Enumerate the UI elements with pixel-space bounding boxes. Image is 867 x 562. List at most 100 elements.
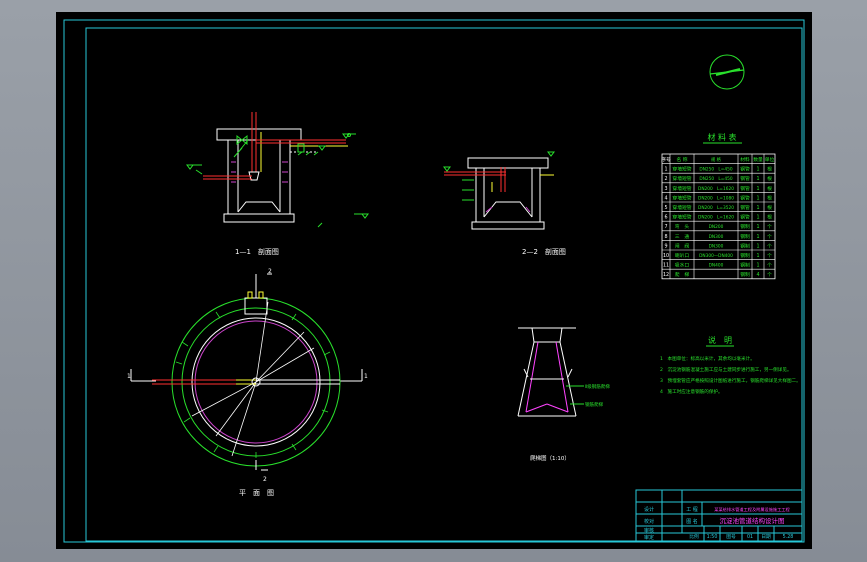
- materials-table-cell: 根: [767, 185, 772, 192]
- materials-table-cell: 弯 头: [675, 223, 690, 230]
- project-label: 工 程: [686, 506, 698, 513]
- date-value: 5.28: [783, 534, 794, 540]
- materials-table-cell: 11: [663, 263, 669, 269]
- materials-table-cell: 三 通: [675, 233, 690, 240]
- materials-table-cell: 穿墙短管: [672, 204, 691, 211]
- materials-table-header: 名 称: [676, 156, 687, 163]
- materials-table-header: 序号: [661, 156, 671, 163]
- materials-table-cell: 1: [756, 253, 759, 259]
- materials-table-header: 规 格: [711, 156, 722, 163]
- title-label-review: 审核: [644, 527, 654, 534]
- materials-table-cell: DN250 L=450: [699, 176, 732, 182]
- materials-table-cell: 3: [664, 186, 667, 192]
- plan-view-label: 平 面 图: [239, 489, 274, 497]
- materials-table-cell: 穿墙短管: [672, 214, 691, 221]
- materials-table-cell: 根: [767, 166, 772, 173]
- materials-table-cell: 1: [756, 167, 759, 173]
- materials-table-cell: 1: [756, 195, 759, 201]
- section-marker-2-bottom: 2: [263, 476, 267, 483]
- notes-list: 1 本图单位：标高以米计，其余均以毫米计。 2 沉淀池钢筋混凝土施工应与土建同步…: [660, 355, 801, 395]
- materials-table-header: 数量: [753, 156, 763, 163]
- materials-table-cell: 钢制: [740, 262, 750, 269]
- plan-view: 2 2 1 1: [127, 268, 368, 483]
- materials-table-cell: 钢管: [740, 185, 750, 192]
- drawing-number-label: 图号: [726, 534, 736, 540]
- materials-table-cell: 闸 阀: [675, 242, 690, 249]
- materials-table-cell: 钢管: [740, 214, 750, 221]
- outer-frame: [63, 19, 805, 543]
- materials-table-cell: 6: [664, 215, 667, 221]
- materials-table-cell: 钢制: [740, 271, 750, 278]
- materials-table-cell: 穿墙短管: [672, 185, 691, 192]
- materials-table-cell: 穿墙短管: [672, 194, 691, 201]
- project-name: 某某给排水管道工程及附属设施施工工程: [714, 506, 790, 513]
- materials-table-cell: 个: [767, 272, 772, 278]
- materials-table-cell: DN200 L=1080: [698, 195, 734, 201]
- materials-table-cell: 1: [756, 224, 759, 230]
- materials-table-cell: 喇叭口: [675, 252, 690, 259]
- note-item: 3 预埋套管应严格按照设计图纸进行施工，钢筋爬梯详见大样图二。: [660, 377, 801, 384]
- scale-label: 比例: [689, 533, 699, 540]
- ladder-detail-label: 爬梯图（1:10）: [530, 454, 570, 462]
- materials-table-cell: DN400: [709, 263, 724, 269]
- note-item: 1 本图单位：标高以米计，其余均以毫米计。: [660, 355, 755, 362]
- date-label: 日期: [761, 534, 771, 540]
- ladder-callout-1: Ⅱ级钢筋爬梯: [585, 383, 610, 390]
- materials-table-header: 单位: [765, 156, 775, 163]
- materials-table-cell: DN250 L=450: [699, 167, 732, 173]
- materials-table-cell: 个: [767, 253, 772, 259]
- scale-value: 1:50: [707, 534, 718, 540]
- ladder-callout-2: 钢筋爬梯: [585, 401, 603, 408]
- materials-table-cell: 4: [756, 272, 759, 278]
- materials-table-cell: 1: [756, 215, 759, 221]
- materials-table-title: 材 料 表: [707, 132, 736, 142]
- materials-table-cell: 9: [664, 243, 667, 249]
- ladder-detail: [517, 327, 584, 417]
- materials-table-cell: 1: [756, 243, 759, 249]
- materials-table-cell: 7: [664, 224, 667, 230]
- materials-table-cell: 1: [756, 176, 759, 182]
- materials-table-cell: 12: [663, 272, 669, 278]
- materials-table-cell: 吸水口: [675, 262, 690, 269]
- materials-table: 序号名 称 规 格 材料 数量 单位 1 穿墙短管 DN250 L=450 钢管 1 根 2 穿墙短管 D…: [661, 153, 776, 280]
- drawing-sheet: 1—1 剖面图 2—2 剖面图 2 2 1 1 平 面 图 Ⅱ级钢筋爬梯 钢筋爬…: [63, 19, 805, 543]
- section-1-1: [186, 112, 369, 228]
- materials-table-cell: 钢管: [740, 175, 750, 182]
- materials-table-cell: 个: [767, 263, 772, 269]
- materials-table-cell: 根: [767, 175, 772, 182]
- materials-table-cell: 钢制: [740, 242, 750, 249]
- materials-table-cell: 钢管: [740, 166, 750, 173]
- materials-table-cell: 个: [767, 243, 772, 249]
- materials-table-cell: 4: [664, 195, 667, 201]
- section-marker-1-left: 1: [127, 373, 131, 380]
- materials-table-cell: 根: [767, 204, 772, 211]
- materials-table-cell: 1: [756, 234, 759, 240]
- inner-frame: [85, 27, 803, 542]
- title-label-design: 设计: [644, 506, 654, 513]
- materials-table-cell: 穿墙短管: [672, 166, 691, 173]
- note-item: 2 沉淀池钢筋混凝土施工应与土建同步进行施工，另一侧详见。: [660, 366, 792, 373]
- materials-table-cell: 穿墙短管: [672, 175, 691, 182]
- materials-table-cell: DN200: [709, 224, 724, 230]
- materials-table-cell: DN200 L=1620: [698, 215, 734, 221]
- materials-table-cell: 1: [756, 263, 759, 269]
- materials-table-header: 材料: [740, 156, 750, 163]
- section-1-1-label: 1—1 剖面图: [235, 247, 279, 256]
- materials-table-cell: 10: [663, 253, 669, 259]
- materials-table-cell: 钢制: [740, 233, 750, 240]
- materials-table-cell: 钢管: [740, 204, 750, 211]
- drawing-name-label: 图 名: [686, 518, 698, 525]
- materials-table-cell: 1: [756, 205, 759, 211]
- materials-table-cell: DN300: [709, 234, 724, 240]
- notes-title: 说 明: [708, 335, 732, 345]
- materials-table-cell: 根: [767, 214, 772, 221]
- title-label-approve: 审定: [644, 534, 654, 541]
- title-block: [635, 489, 803, 542]
- section-2-2-label: 2—2 剖面图: [522, 247, 566, 256]
- materials-table-cell: 8: [664, 234, 667, 240]
- materials-table-cell: 个: [767, 234, 772, 240]
- materials-table-cell: DN200 L=3520: [698, 205, 734, 211]
- materials-table-cell: 钢管: [740, 194, 750, 201]
- materials-table-cell: 钢制: [740, 223, 750, 230]
- cad-drawing-viewport[interactable]: 1—1 剖面图 2—2 剖面图 2 2 1 1 平 面 图 Ⅱ级钢筋爬梯 钢筋爬…: [56, 12, 812, 549]
